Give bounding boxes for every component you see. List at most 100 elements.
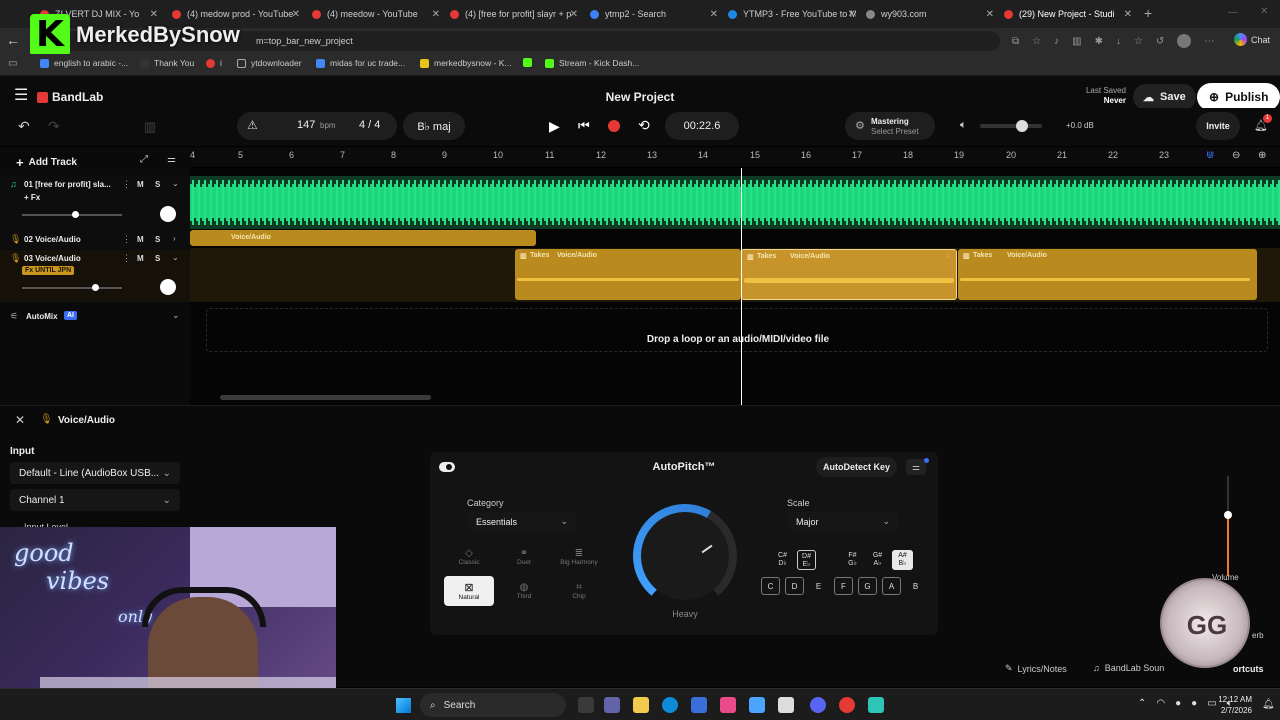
chevron-down-icon[interactable]: ⌄ bbox=[172, 179, 179, 188]
extensions-icon[interactable]: ✱ bbox=[1095, 36, 1103, 47]
metronome-icon[interactable]: ⚠ bbox=[247, 118, 258, 132]
copilot-chat-button[interactable]: Chat bbox=[1234, 33, 1270, 46]
settings-sliders-icon[interactable]: ⚌ bbox=[906, 459, 926, 475]
playhead[interactable] bbox=[741, 168, 742, 405]
teams-icon[interactable] bbox=[604, 697, 620, 713]
bookmark-item[interactable]: merkedbysnow - K... bbox=[420, 58, 511, 68]
shortcuts-button[interactable]: ortcuts bbox=[1233, 664, 1264, 674]
browser-tab[interactable]: (4) meedow - YouTube ✕ bbox=[312, 4, 440, 24]
file-explorer-icon[interactable] bbox=[633, 697, 649, 713]
category-third[interactable]: ◍ Third bbox=[499, 576, 549, 606]
mic-icon[interactable]: ♪ bbox=[1054, 36, 1059, 47]
drop-zone[interactable]: Drop a loop or an audio/MIDI/video file bbox=[206, 308, 1268, 352]
browser-tab[interactable]: YTMP3 - Free YouTube to M ✕ bbox=[728, 4, 856, 24]
key-d-sharp-selected[interactable]: D# E♭ bbox=[797, 550, 816, 570]
key-g-sharp[interactable]: G# A♭ bbox=[868, 552, 887, 568]
windows-start-icon[interactable] bbox=[396, 698, 411, 713]
slider-handle[interactable] bbox=[72, 211, 79, 218]
category-natural-selected[interactable]: ⊠ Natural bbox=[444, 576, 494, 606]
close-icon[interactable]: ✕ bbox=[710, 9, 718, 20]
task-view-icon[interactable] bbox=[578, 697, 594, 713]
sidebar-icon[interactable]: ▥ bbox=[1072, 36, 1081, 47]
fx-chip[interactable]: Fx UNTIL JPN bbox=[22, 266, 75, 275]
track-volume-slider[interactable] bbox=[22, 284, 122, 291]
track-header[interactable]: 🎙︎ 02 Voice/Audio ⋮ M S › bbox=[0, 231, 190, 249]
close-icon[interactable]: ✕ bbox=[292, 9, 300, 20]
timeline-ruler[interactable]: 4 5 6 7 8 9 10 11 12 13 14 15 16 17 18 1… bbox=[190, 147, 1280, 167]
speaker-icon[interactable]: 🔈︎ bbox=[960, 119, 967, 132]
bookmark-item[interactable]: Stream - Kick Dash... bbox=[545, 58, 639, 68]
track-header-selected[interactable]: 🎙︎ 03 Voice/Audio ⋮ M S ⌄ Fx UNTIL JPN bbox=[0, 250, 190, 302]
takes-clip-selected[interactable]: ▥ Takes Voice/Audio ◌ bbox=[741, 249, 957, 300]
category-select[interactable]: Essentials ⌄ bbox=[467, 512, 577, 531]
automix-row[interactable]: ⚟ AutoMix AI ⌄ bbox=[0, 307, 190, 329]
fader-handle[interactable] bbox=[1224, 511, 1232, 519]
install-icon[interactable]: ⧉ bbox=[1012, 36, 1019, 47]
edge-icon[interactable] bbox=[662, 697, 678, 713]
key-c-sharp[interactable]: C# D♭ bbox=[773, 552, 792, 568]
automation-icon[interactable]: ⤢ bbox=[140, 154, 148, 165]
skip-back-icon[interactable]: ⏮ bbox=[578, 118, 590, 134]
bookmark-item[interactable]: ytdownloader bbox=[237, 58, 302, 68]
bookmark-item[interactable]: i bbox=[206, 58, 222, 68]
notification-center-icon[interactable]: 🔔︎ bbox=[1262, 699, 1275, 710]
browser-tab[interactable]: (4) [free for profit] slayr + p ✕ bbox=[450, 4, 578, 24]
key-c[interactable]: C bbox=[761, 577, 780, 595]
download-icon[interactable]: ↓ bbox=[1116, 36, 1121, 47]
mute-button[interactable]: M bbox=[137, 254, 144, 263]
window-close-icon[interactable]: ✕ bbox=[1260, 6, 1268, 17]
favorites-icon[interactable]: ☆ bbox=[1134, 36, 1143, 47]
undo-icon[interactable]: ↶ bbox=[18, 118, 30, 135]
track-lanes[interactable]: Voice/Audio ▥ Takes Voice/Audio ▥ Takes … bbox=[190, 168, 1280, 405]
discord-icon[interactable] bbox=[810, 697, 826, 713]
invite-button[interactable]: Invite bbox=[1196, 112, 1240, 140]
network-icon[interactable]: ◠ bbox=[1156, 698, 1165, 709]
mute-button[interactable]: M bbox=[137, 235, 144, 244]
volume-fader[interactable] bbox=[1224, 476, 1232, 576]
chevron-down-icon[interactable]: ⌄ bbox=[172, 310, 180, 321]
close-icon[interactable]: ✕ bbox=[848, 9, 856, 20]
store-icon[interactable] bbox=[691, 697, 707, 713]
pan-knob[interactable] bbox=[160, 279, 176, 295]
app-icon[interactable] bbox=[720, 697, 736, 713]
redo-icon[interactable]: ↷ bbox=[48, 118, 60, 135]
audio-clip-track1[interactable] bbox=[190, 176, 1280, 229]
tabs-icon[interactable]: ▭ bbox=[8, 58, 17, 69]
new-tab-button[interactable]: + bbox=[1144, 5, 1152, 21]
key-selector[interactable]: B♭ maj bbox=[403, 112, 465, 140]
bpm-value[interactable]: 147 bbox=[297, 119, 315, 131]
back-icon[interactable]: ← bbox=[6, 32, 20, 48]
key-b[interactable]: B bbox=[906, 577, 925, 595]
chevron-right-icon[interactable]: › bbox=[173, 234, 176, 243]
slider-handle[interactable] bbox=[1016, 120, 1028, 132]
fx-button[interactable]: + Fx bbox=[24, 193, 40, 202]
loop-icon[interactable]: ◌ bbox=[946, 252, 950, 259]
app-tray-icon[interactable]: ● bbox=[1175, 698, 1181, 709]
zoom-in-icon[interactable]: ⊕ bbox=[1258, 150, 1266, 161]
pan-knob[interactable] bbox=[160, 206, 176, 222]
category-classic[interactable]: ◇ Classic bbox=[444, 542, 494, 572]
bookmark-item[interactable]: Thank You bbox=[140, 58, 194, 68]
browser-tab-active[interactable]: (29) New Project - Studi ✕ bbox=[1004, 4, 1132, 24]
more-vert-icon[interactable]: ⋮ bbox=[122, 234, 131, 245]
takes-clip[interactable]: ▥ Takes Voice/Audio bbox=[958, 249, 1257, 300]
browser-tab[interactable]: wy903.com ✕ bbox=[866, 4, 994, 24]
close-icon[interactable]: ✕ bbox=[150, 9, 158, 20]
copilot-icon[interactable] bbox=[749, 697, 765, 713]
notepad-icon[interactable] bbox=[868, 697, 884, 713]
clock[interactable]: 12:12 AM 2/7/2026 bbox=[1214, 694, 1252, 716]
track-name[interactable]: 02 Voice/Audio bbox=[24, 235, 81, 244]
browser-tab[interactable]: ytmp2 - Search ✕ bbox=[590, 4, 718, 24]
track-settings-icon[interactable]: ⚌ bbox=[167, 154, 176, 165]
taskbar-search[interactable]: ⌕ Search bbox=[420, 693, 566, 717]
key-f[interactable]: F bbox=[834, 577, 853, 595]
browser-tab[interactable]: (4) medow prod - YouTube ✕ bbox=[172, 4, 300, 24]
save-button[interactable]: ☁ Save bbox=[1133, 84, 1196, 110]
tray-chevron-icon[interactable]: ⌃ bbox=[1138, 698, 1146, 709]
bookmark-item[interactable]: english to arabic -... bbox=[40, 58, 128, 68]
category-big-harmony[interactable]: ≣ Big Harmony bbox=[554, 542, 604, 572]
input-device-select[interactable]: Default - Line (AudioBox USB... ⌄ bbox=[10, 462, 180, 484]
key-g[interactable]: G bbox=[858, 577, 877, 595]
close-icon[interactable]: ✕ bbox=[570, 9, 578, 20]
more-vert-icon[interactable]: ⋮ bbox=[122, 253, 131, 264]
